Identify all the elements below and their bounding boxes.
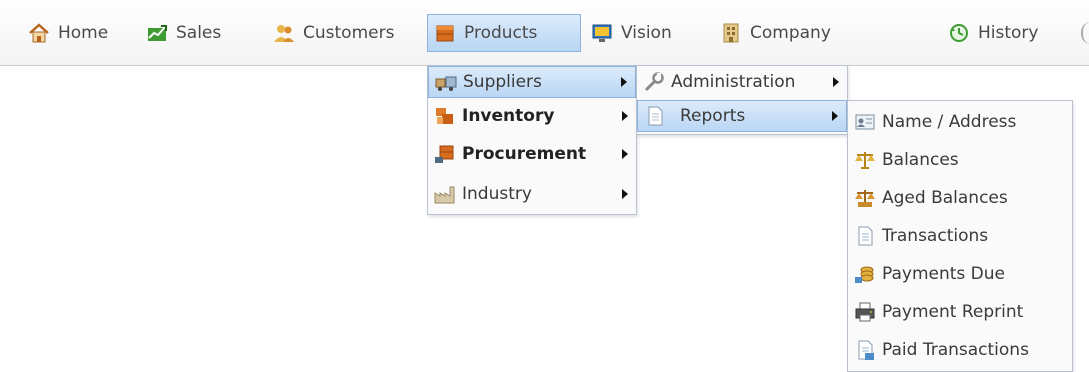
people-icon xyxy=(273,22,295,44)
menu-sales-label: Sales xyxy=(176,23,222,43)
menu-company[interactable]: Company xyxy=(714,14,837,52)
menu-customers[interactable]: Customers xyxy=(267,14,400,52)
reports-item-balances-label: Balances xyxy=(882,150,959,170)
menu-history-label: History xyxy=(978,23,1039,43)
products-box-icon xyxy=(434,22,456,44)
reports-item-payments-due-label: Payments Due xyxy=(882,264,1006,284)
products-item-inventory-label: Inventory xyxy=(462,106,555,126)
reports-item-paid-transactions[interactable]: Paid Transactions xyxy=(848,331,1072,369)
report-page-icon xyxy=(644,105,666,127)
submenu-arrow-icon xyxy=(622,149,628,159)
printer-icon xyxy=(854,301,876,323)
products-dropdown: Suppliers Inventory Procurement Industry xyxy=(427,65,637,215)
house-icon xyxy=(28,22,50,44)
wrench-icon xyxy=(643,71,665,93)
reports-item-paid-transactions-label: Paid Transactions xyxy=(882,340,1029,360)
suppliers-item-administration-label: Administration xyxy=(671,72,796,92)
suppliers-item-reports[interactable]: Reports xyxy=(637,100,847,132)
inventory-icon xyxy=(434,105,456,127)
menu-company-label: Company xyxy=(750,23,831,43)
monitor-icon xyxy=(591,22,613,44)
industry-icon xyxy=(434,183,456,205)
menu-products[interactable]: Products xyxy=(427,14,581,52)
suppliers-item-administration[interactable]: Administration xyxy=(637,66,847,98)
products-item-industry-label: Industry xyxy=(462,184,532,204)
menu-customers-label: Customers xyxy=(303,23,395,43)
scales-icon xyxy=(854,149,876,171)
reports-item-transactions-label: Transactions xyxy=(882,226,989,246)
menu-home-label: Home xyxy=(58,23,109,43)
sales-chart-icon xyxy=(146,22,168,44)
products-item-inventory[interactable]: Inventory xyxy=(428,100,636,132)
reports-item-payment-reprint-label: Payment Reprint xyxy=(882,302,1024,322)
reports-item-aged-balances-label: Aged Balances xyxy=(882,188,1008,208)
reports-item-payment-reprint[interactable]: Payment Reprint xyxy=(848,293,1072,331)
menu-sales[interactable]: Sales xyxy=(140,14,227,52)
procurement-icon xyxy=(434,143,456,165)
reports-item-aged-balances[interactable]: Aged Balances xyxy=(848,179,1072,217)
building-icon xyxy=(720,22,742,44)
submenu-arrow-icon xyxy=(833,77,839,87)
products-item-industry[interactable]: Industry xyxy=(428,178,636,210)
submenu-arrow-icon xyxy=(621,77,627,87)
products-item-procurement[interactable]: Procurement xyxy=(428,138,636,170)
document-icon xyxy=(854,225,876,247)
main-menu-bar: Home Sales Customers Products Vision Com… xyxy=(0,0,1089,66)
aged-scales-icon xyxy=(854,187,876,209)
submenu-arrow-icon xyxy=(832,111,838,121)
submenu-arrow-icon xyxy=(622,189,628,199)
menu-products-label: Products xyxy=(464,23,538,43)
reports-item-payments-due[interactable]: Payments Due xyxy=(848,255,1072,293)
payments-due-icon xyxy=(854,263,876,285)
address-card-icon xyxy=(854,111,876,133)
submenu-arrow-icon xyxy=(622,111,628,121)
paid-document-icon xyxy=(854,339,876,361)
reports-item-name-address[interactable]: Name / Address xyxy=(848,103,1072,141)
menu-overflow-edge xyxy=(1081,22,1089,44)
menu-home[interactable]: Home xyxy=(22,14,114,52)
reports-submenu: Name / Address Balances Aged Balances Tr… xyxy=(847,100,1073,372)
menu-vision[interactable]: Vision xyxy=(585,14,678,52)
reports-item-balances[interactable]: Balances xyxy=(848,141,1072,179)
suppliers-item-reports-label: Reports xyxy=(680,106,746,126)
products-item-suppliers[interactable]: Suppliers xyxy=(428,66,636,98)
products-item-procurement-label: Procurement xyxy=(462,144,587,164)
reports-item-name-address-label: Name / Address xyxy=(882,112,1017,132)
suppliers-submenu: Administration Reports xyxy=(636,65,848,135)
menu-history[interactable]: History xyxy=(942,14,1044,52)
reports-item-transactions[interactable]: Transactions xyxy=(848,217,1072,255)
menu-vision-label: Vision xyxy=(621,23,672,43)
products-item-suppliers-label: Suppliers xyxy=(463,72,542,92)
history-icon xyxy=(948,22,970,44)
suppliers-icon xyxy=(435,71,457,93)
